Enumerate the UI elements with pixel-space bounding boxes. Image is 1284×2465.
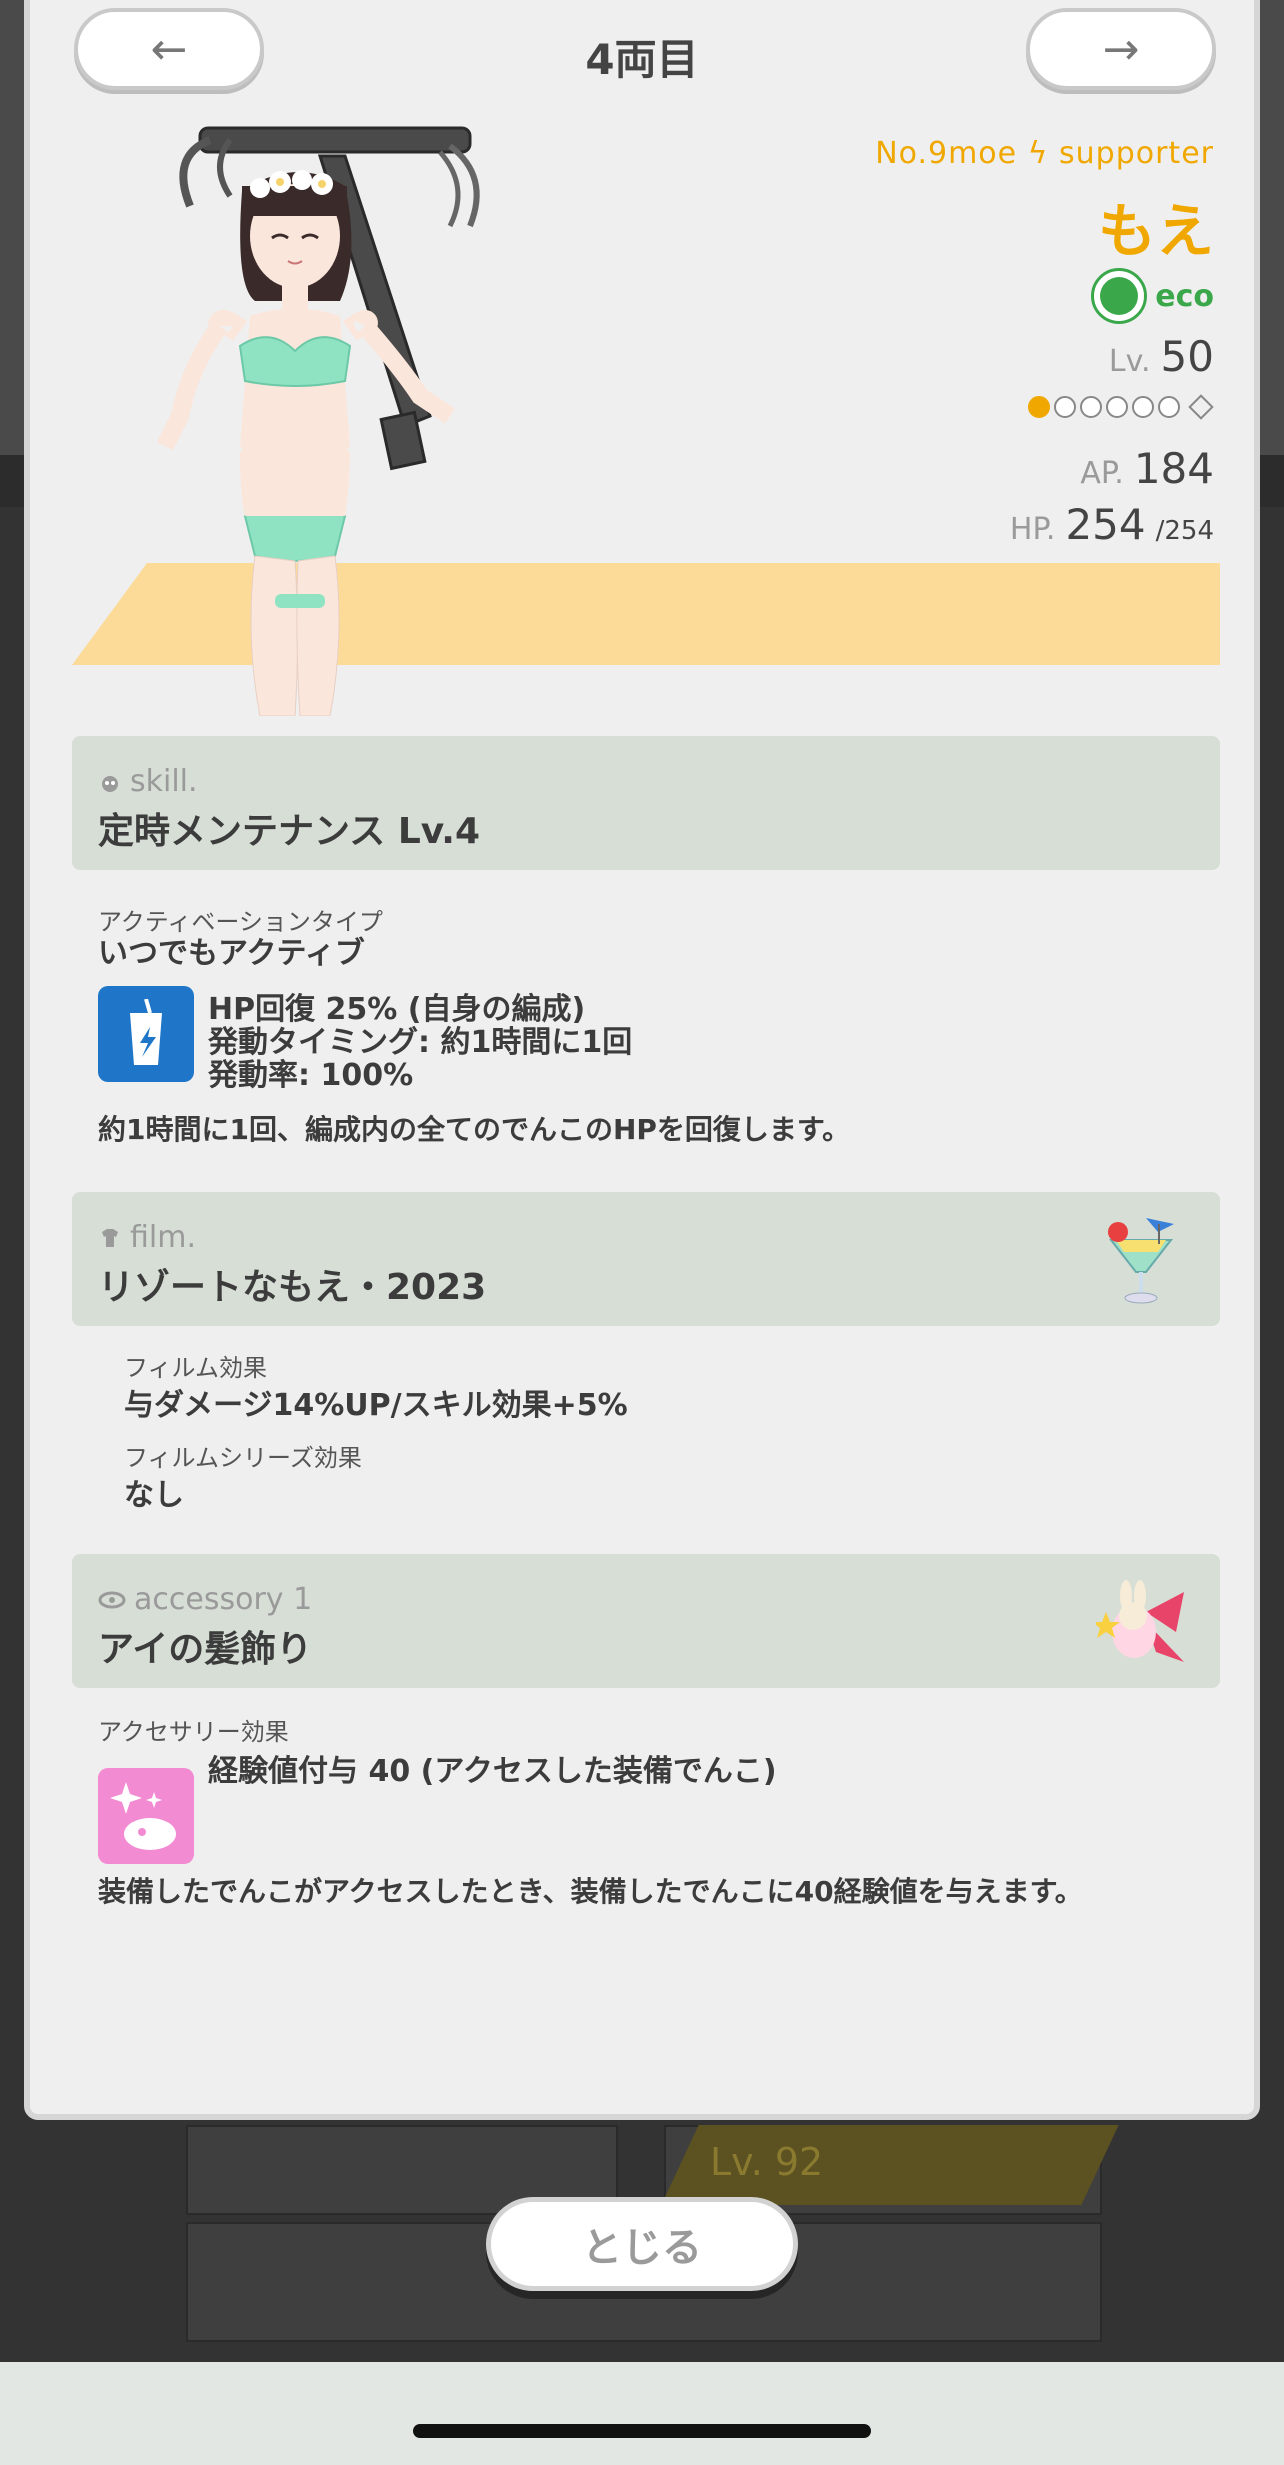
denko-detail-modal: ← 4両目 → No.9moe ϟ supporter もえ eco Lv. 5… <box>24 0 1260 2120</box>
drink-can-icon <box>98 986 194 1082</box>
rank-dot-empty <box>1106 396 1128 418</box>
prev-button[interactable]: ← <box>74 8 264 90</box>
hp-max: /254 <box>1155 516 1214 546</box>
film-series-label: フィルムシリーズ効果 <box>124 1444 362 1472</box>
arrow-right-icon: → <box>1102 23 1140 75</box>
accessory-effect-label: アクセサリー効果 <box>98 1718 289 1746</box>
film-section-header: film. リゾートなもえ・2023 <box>72 1192 1220 1326</box>
ap-row: AP. 184 <box>1080 444 1214 493</box>
next-button[interactable]: → <box>1026 8 1216 90</box>
film-name: リゾートなもえ・2023 <box>98 1267 487 1308</box>
level-value: 50 <box>1160 332 1214 381</box>
unit-number-role: No.9moe ϟ supporter <box>875 136 1214 171</box>
accessory-description: 装備したでんこがアクセスしたとき、装備したでんこに40経験値を与えます。 <box>98 1875 1083 1908</box>
film-section-label: film. <box>98 1220 196 1255</box>
accessory-effect: 経験値付与 40 (アクセスした装備でんこ) <box>208 1754 777 1789</box>
bottom-safe-area <box>0 2362 1284 2465</box>
role-label: supporter <box>1059 136 1214 171</box>
hp-value: 254 <box>1065 500 1146 549</box>
rank-dot-empty <box>1132 396 1154 418</box>
shirt-icon <box>102 1228 118 1247</box>
level-label: Lv. <box>1108 344 1151 379</box>
skill-name: 定時メンテナンス Lv.4 <box>98 811 481 852</box>
skill-icon <box>102 775 118 792</box>
lightning-icon: ϟ <box>1027 136 1049 171</box>
activation-type: いつでもアクティブ <box>98 936 365 971</box>
rank-dot-empty <box>1158 396 1180 418</box>
attribute-label: eco <box>1155 278 1214 314</box>
page-title: 4両目 <box>585 35 699 84</box>
hp-label: HP. <box>1009 512 1056 547</box>
rank-dot-empty <box>1054 396 1076 418</box>
home-indicator[interactable] <box>413 2424 871 2438</box>
tropical-drink-icon <box>1108 1218 1174 1304</box>
film-effect: 与ダメージ14%UP/スキル効果+5% <box>124 1388 628 1423</box>
character-name: もえ <box>1097 197 1214 265</box>
arrow-left-icon: ← <box>150 23 188 75</box>
unit-number: No.9moe <box>875 136 1018 171</box>
eco-icon <box>1091 268 1148 324</box>
ap-value: 184 <box>1133 444 1214 493</box>
rank-dot-filled <box>1028 396 1050 418</box>
ap-label: AP. <box>1080 456 1124 491</box>
skill-section-header: skill. 定時メンテナンス Lv.4 <box>72 736 1220 870</box>
close-button[interactable]: とじる <box>486 2197 798 2291</box>
attribute-row: eco <box>1091 268 1214 324</box>
film-series-effect: なし <box>124 1478 184 1513</box>
accessory-icon <box>98 1591 126 1608</box>
sparkle-exp-icon <box>98 1768 194 1864</box>
skill-description: 約1時間に1回、編成内の全てのでんこのHPを回復します。 <box>98 1113 851 1146</box>
accessory-section-header: accessory 1 アイの髪飾り <box>72 1554 1220 1688</box>
bunny-hair-ornament-icon <box>1096 1580 1184 1662</box>
character-illustration <box>156 126 480 716</box>
rank-indicator <box>1028 394 1214 420</box>
film-effect-label: フィルム効果 <box>124 1354 268 1382</box>
background-level-text: Lv. 92 <box>710 2140 824 2184</box>
hp-row: HP. 254 /254 <box>1010 500 1214 549</box>
rank-diamond-icon <box>1188 394 1214 420</box>
accessory-section-label: accessory 1 <box>98 1582 312 1617</box>
accessory-name: アイの髪飾り <box>98 1629 313 1670</box>
rank-dot-empty <box>1080 396 1102 418</box>
skill-effect-rate: 発動率: 100% <box>208 1058 414 1093</box>
level-row: Lv. 50 <box>1109 332 1214 381</box>
skill-section-label: skill. <box>98 764 198 799</box>
